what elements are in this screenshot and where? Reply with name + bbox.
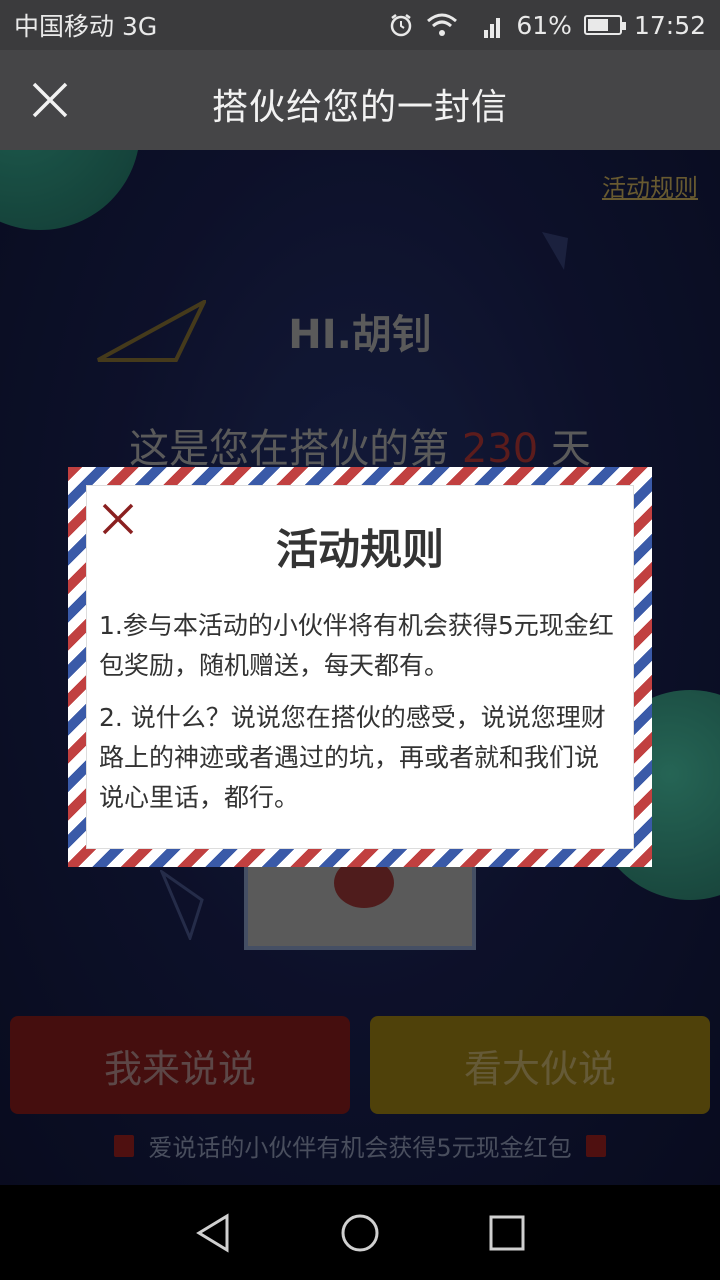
back-icon[interactable] [188,1208,238,1258]
status-icons: 61% 17:52 [388,10,706,40]
alarm-icon [391,14,412,37]
clock: 17:52 [633,10,706,40]
status-bar: 中国移动 3G 61% 17:52 [0,0,720,50]
recent-apps-icon[interactable] [482,1208,532,1258]
rules-dialog: 活动规则 1.参与本活动的小伙伴将有机会获得5元现金红包奖励，随机赠送，每天都有… [68,467,652,867]
battery-percent: 61% [516,10,572,40]
navigation-bar [0,1185,720,1280]
page-title: 搭伙给您的一封信 [211,87,508,128]
rule-item: 2. 说什么？说说您在搭伙的感受，说说您理财路上的神迹或者遇过的坑，再或者就和我… [99,703,606,812]
home-icon[interactable] [335,1208,385,1258]
title-bar: 搭伙给您的一封信 [0,50,720,150]
wifi-icon [427,13,458,36]
dialog-title: 活动规则 [275,525,444,574]
rules-text: 1.参与本活动的小伙伴将有机会获得5元现金红包奖励，随机赠送，每天都有。 2. … [99,606,621,830]
signal-icon [484,18,501,38]
rule-item: 1.参与本活动的小伙伴将有机会获得5元现金红包奖励，随机赠送，每天都有。 [99,611,614,680]
rules-dialog-content: 活动规则 1.参与本活动的小伙伴将有机会获得5元现金红包奖励，随机赠送，每天都有… [86,485,634,849]
carrier-label: 中国移动 3G [14,12,158,41]
battery-icon [583,15,626,35]
